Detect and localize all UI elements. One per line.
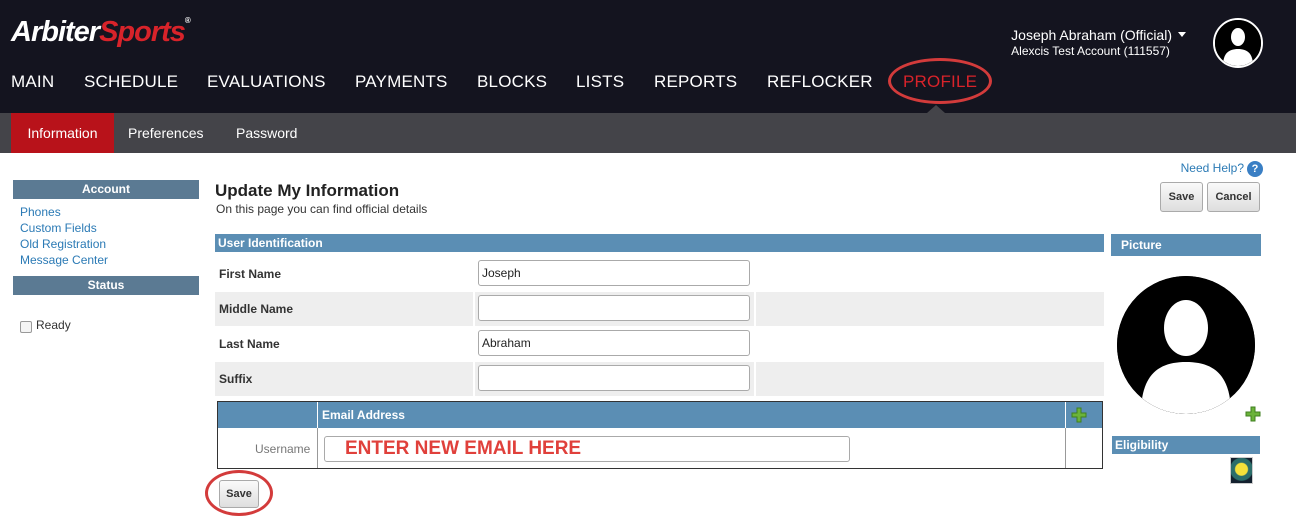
tab-preferences[interactable]: Preferences [128, 113, 203, 153]
active-nav-pointer [927, 105, 945, 113]
suffix-label: Suffix [219, 372, 253, 386]
cancel-button[interactable]: Cancel [1207, 182, 1260, 212]
page-subtitle: On this page you can find official detai… [216, 202, 428, 216]
nav-reports[interactable]: REPORTS [654, 72, 737, 92]
add-email-plus-icon[interactable] [1071, 407, 1087, 423]
first-name-input[interactable]: Joseph [478, 260, 750, 286]
nav-lists[interactable]: LISTS [576, 72, 624, 92]
nav-reflocker[interactable]: REFLOCKER [767, 72, 873, 92]
nav-main[interactable]: MAIN [11, 72, 54, 92]
tab-password[interactable]: Password [236, 113, 297, 153]
sub-nav: Information Preferences Password [0, 113, 1296, 153]
page-title: Update My Information [215, 181, 400, 200]
eligibility-badge-icon [1230, 457, 1253, 484]
form-row-last-name: Last Name Abraham [215, 327, 1104, 361]
email-table: Email Address Username ENTER NEW EMAIL H… [217, 401, 1103, 469]
nav-blocks[interactable]: BLOCKS [477, 72, 547, 92]
nav-evaluations[interactable]: EVALUATIONS [207, 72, 326, 92]
avatar[interactable] [1213, 18, 1263, 68]
arbitersports-logo[interactable]: ArbiterSports® [11, 16, 191, 49]
help-icon[interactable]: ? [1247, 161, 1263, 177]
email-address-heading: Email Address [322, 408, 405, 422]
sidebar-link-message-center[interactable]: Message Center [20, 253, 108, 267]
picture-heading: Picture [1111, 234, 1261, 256]
middle-name-label: Middle Name [219, 302, 294, 316]
eligibility-heading: Eligibility [1112, 436, 1260, 454]
last-name-input[interactable]: Abraham [478, 330, 750, 356]
profile-picture[interactable] [1117, 276, 1255, 414]
email-input[interactable]: ENTER NEW EMAIL HERE [324, 436, 850, 462]
caret-down-icon [1178, 32, 1186, 37]
nav-payments[interactable]: PAYMENTS [355, 72, 448, 92]
sidebar-link-old-registration[interactable]: Old Registration [20, 237, 106, 251]
tab-information[interactable]: Information [11, 113, 114, 153]
form-row-suffix: Suffix [215, 362, 1104, 396]
sidebar-account-heading: Account [13, 180, 199, 199]
suffix-input[interactable] [478, 365, 750, 391]
save-annotation-circle [205, 470, 273, 516]
top-header: ArbiterSports® Joseph Abraham (Official)… [0, 0, 1296, 113]
section-user-identification: User Identification [215, 234, 1104, 252]
form-row-first-name: First Name Joseph [215, 257, 1104, 291]
ready-checkbox[interactable] [20, 321, 32, 333]
last-name-label: Last Name [219, 337, 280, 351]
middle-name-input[interactable] [478, 295, 750, 321]
form-row-middle-name: Middle Name [215, 292, 1104, 326]
first-name-label: First Name [219, 267, 282, 281]
sidebar-link-custom-fields[interactable]: Custom Fields [20, 221, 97, 235]
save-button[interactable]: Save [1160, 182, 1203, 212]
nav-schedule[interactable]: SCHEDULE [84, 72, 178, 92]
username-label: Username [255, 442, 311, 456]
user-menu[interactable]: Joseph Abraham (Official) Alexcis Test A… [1011, 27, 1186, 58]
ready-label: Ready [36, 318, 71, 332]
sidebar-status-heading: Status [13, 276, 199, 295]
profile-annotation-circle [888, 58, 992, 104]
sidebar-link-phones[interactable]: Phones [20, 205, 61, 219]
user-silhouette-icon [1117, 276, 1255, 414]
user-account: Alexcis Test Account (111557) [1011, 44, 1170, 58]
user-name[interactable]: Joseph Abraham (Official) [1011, 27, 1186, 43]
email-table-header: Email Address [218, 402, 1102, 428]
user-silhouette-icon [1215, 20, 1261, 66]
add-picture-plus-icon[interactable] [1245, 406, 1261, 422]
need-help-link[interactable]: Need Help? [1181, 161, 1244, 175]
